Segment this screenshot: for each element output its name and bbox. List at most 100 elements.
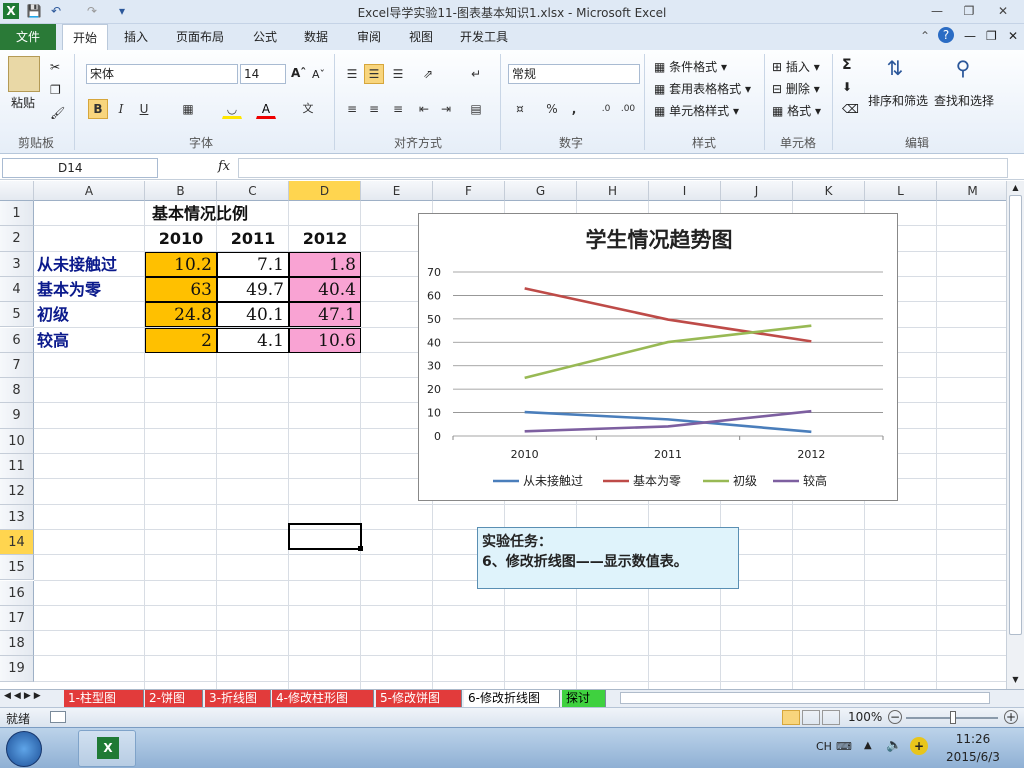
vertical-scrollbar[interactable]: ▲ ▼ xyxy=(1006,181,1024,689)
scroll-down-icon[interactable]: ▼ xyxy=(1009,675,1022,685)
row-header-15[interactable]: 15 xyxy=(0,555,34,581)
data-cell[interactable]: 7.1 xyxy=(217,251,289,277)
sheet-tab[interactable]: 3-折线图 xyxy=(205,690,271,707)
row-header-8[interactable]: 8 xyxy=(0,378,34,404)
binoculars-icon[interactable]: ⚲ xyxy=(950,56,976,84)
zoom-thumb[interactable] xyxy=(950,711,956,724)
col-header-M[interactable]: M xyxy=(937,181,1009,201)
cut-icon[interactable]: ✂ xyxy=(50,60,60,74)
align-middle-icon[interactable]: ☰ xyxy=(364,64,384,84)
row-header-12[interactable]: 12 xyxy=(0,479,34,505)
row-header-14[interactable]: 14 xyxy=(0,529,34,556)
find-select-button[interactable]: 查找和选择 xyxy=(934,92,994,109)
paste-button[interactable]: 粘贴 xyxy=(11,94,35,111)
volume-icon[interactable]: 🔈 xyxy=(886,738,902,753)
sheet-tab[interactable]: 1-柱型图 xyxy=(64,690,144,707)
task-note[interactable]: 实验任务： 6、修改折线图——显示数值表。 xyxy=(477,527,739,589)
row-header-3[interactable]: 3 xyxy=(0,251,34,277)
bold-button[interactable]: B xyxy=(88,99,108,119)
year-header-2010[interactable]: 2010 xyxy=(145,226,217,251)
align-center-icon[interactable]: ≡ xyxy=(364,99,384,119)
data-cell[interactable]: 1.8 xyxy=(289,251,361,277)
fill-icon[interactable]: ⬇ xyxy=(842,80,852,94)
scroll-up-icon[interactable]: ▲ xyxy=(1009,183,1022,193)
data-cell[interactable]: 47.1 xyxy=(289,302,361,328)
sort-filter-icon[interactable]: ⇅ xyxy=(882,56,908,84)
row-header-13[interactable]: 13 xyxy=(0,504,34,530)
number-format-select[interactable]: 常规 xyxy=(508,64,640,84)
sheet-tab[interactable]: 6-修改折线图 xyxy=(464,690,560,707)
align-bottom-icon[interactable]: ☰ xyxy=(388,64,408,84)
minimize-button[interactable]: — xyxy=(924,2,950,20)
phonetic-icon[interactable]: 文 xyxy=(298,99,318,119)
sheet-tab[interactable]: 5-修改饼图 xyxy=(376,690,462,707)
row-header-4[interactable]: 4 xyxy=(0,276,34,303)
tab-review[interactable]: 审阅 xyxy=(347,24,391,50)
row-header-16[interactable]: 16 xyxy=(0,580,34,606)
close-button[interactable]: ✕ xyxy=(990,2,1016,20)
col-header-H[interactable]: H xyxy=(577,181,649,201)
row-header-11[interactable]: 11 xyxy=(0,454,34,480)
row-header-2[interactable]: 2 xyxy=(0,226,34,252)
select-all-corner[interactable] xyxy=(0,181,34,201)
format-as-table-button[interactable]: ▦ 套用表格格式 ▾ xyxy=(654,80,751,97)
format-cells-button[interactable]: ▦ 格式 ▾ xyxy=(772,102,821,119)
help-icon[interactable]: ? xyxy=(938,27,954,43)
row-header-7[interactable]: 7 xyxy=(0,352,34,379)
col-header-B[interactable]: B xyxy=(145,181,217,201)
sheet-tab[interactable]: 4-修改柱形图 xyxy=(272,690,374,707)
collapse-ribbon-icon[interactable]: ⌃ xyxy=(920,29,930,43)
taskbar-excel-button[interactable]: X xyxy=(78,730,136,767)
sheet-tab[interactable]: 探讨 xyxy=(562,690,606,707)
clock-time[interactable]: 11:26 xyxy=(948,732,998,746)
data-cell[interactable]: 10.2 xyxy=(145,251,217,277)
orientation-icon[interactable]: ⇗ xyxy=(418,64,438,84)
sheet-nav-icon[interactable]: ◀◀▶▶ xyxy=(4,691,44,701)
font-size-select[interactable]: 14 xyxy=(240,64,286,84)
row-header-6[interactable]: 6 xyxy=(0,327,34,353)
col-header-L[interactable]: L xyxy=(865,181,937,201)
normal-view-icon[interactable] xyxy=(782,710,800,725)
horizontal-scrollbar[interactable] xyxy=(620,692,990,704)
col-header-J[interactable]: J xyxy=(721,181,793,201)
table-title[interactable]: 基本情况比例 xyxy=(104,201,296,226)
zoom-level[interactable]: 100% xyxy=(848,710,882,724)
format-painter-icon[interactable]: 🖌 xyxy=(50,106,65,120)
year-header-2011[interactable]: 2011 xyxy=(217,226,289,251)
page-break-view-icon[interactable] xyxy=(822,710,840,725)
italic-button[interactable]: I xyxy=(111,99,131,119)
row-label[interactable]: 初级 xyxy=(34,302,145,327)
font-color-icon[interactable]: A xyxy=(256,99,276,119)
fill-handle[interactable] xyxy=(358,546,363,551)
restore-button[interactable]: ❐ xyxy=(956,2,982,20)
name-box[interactable]: D14 xyxy=(2,158,158,178)
scroll-thumb[interactable] xyxy=(1009,195,1022,635)
align-top-icon[interactable]: ☰ xyxy=(342,64,362,84)
cell-styles-button[interactable]: ▦ 单元格样式 ▾ xyxy=(654,102,739,119)
tab-view[interactable]: 视图 xyxy=(399,24,443,50)
data-cell[interactable]: 4.1 xyxy=(217,327,289,353)
tab-developer[interactable]: 开发工具 xyxy=(450,24,518,50)
row-header-19[interactable]: 19 xyxy=(0,656,34,682)
chart-area[interactable]: 学生情况趋势图 0 10 20 30 40 50 60 70 2010 2011 2012 从未接触过 基… xyxy=(418,213,898,501)
increase-indent-icon[interactable]: ⇥ xyxy=(436,99,456,119)
doc-minimize-icon[interactable]: — xyxy=(964,29,976,43)
data-cell[interactable]: 63 xyxy=(145,276,217,302)
data-cell[interactable]: 2 xyxy=(145,327,217,353)
col-header-I[interactable]: I xyxy=(649,181,721,201)
row-header-18[interactable]: 18 xyxy=(0,631,34,657)
insert-cells-button[interactable]: ⊞ 插入 ▾ xyxy=(772,58,820,75)
fill-color-icon[interactable]: ◡ xyxy=(222,99,242,119)
tab-data[interactable]: 数据 xyxy=(294,24,338,50)
start-button-icon[interactable] xyxy=(6,731,42,767)
col-header-D[interactable]: D xyxy=(289,181,361,201)
sheet-tab[interactable]: 2-饼图 xyxy=(145,690,203,707)
data-cell[interactable]: 40.1 xyxy=(217,302,289,328)
row-header-1[interactable]: 1 xyxy=(0,201,34,227)
macro-record-icon[interactable] xyxy=(50,711,66,723)
paste-icon[interactable] xyxy=(8,56,40,92)
zoom-in-icon[interactable]: + xyxy=(1004,710,1018,724)
year-header-2012[interactable]: 2012 xyxy=(289,226,361,251)
tray-expand-icon[interactable]: ▲ xyxy=(864,740,872,751)
align-right-icon[interactable]: ≡ xyxy=(388,99,408,119)
